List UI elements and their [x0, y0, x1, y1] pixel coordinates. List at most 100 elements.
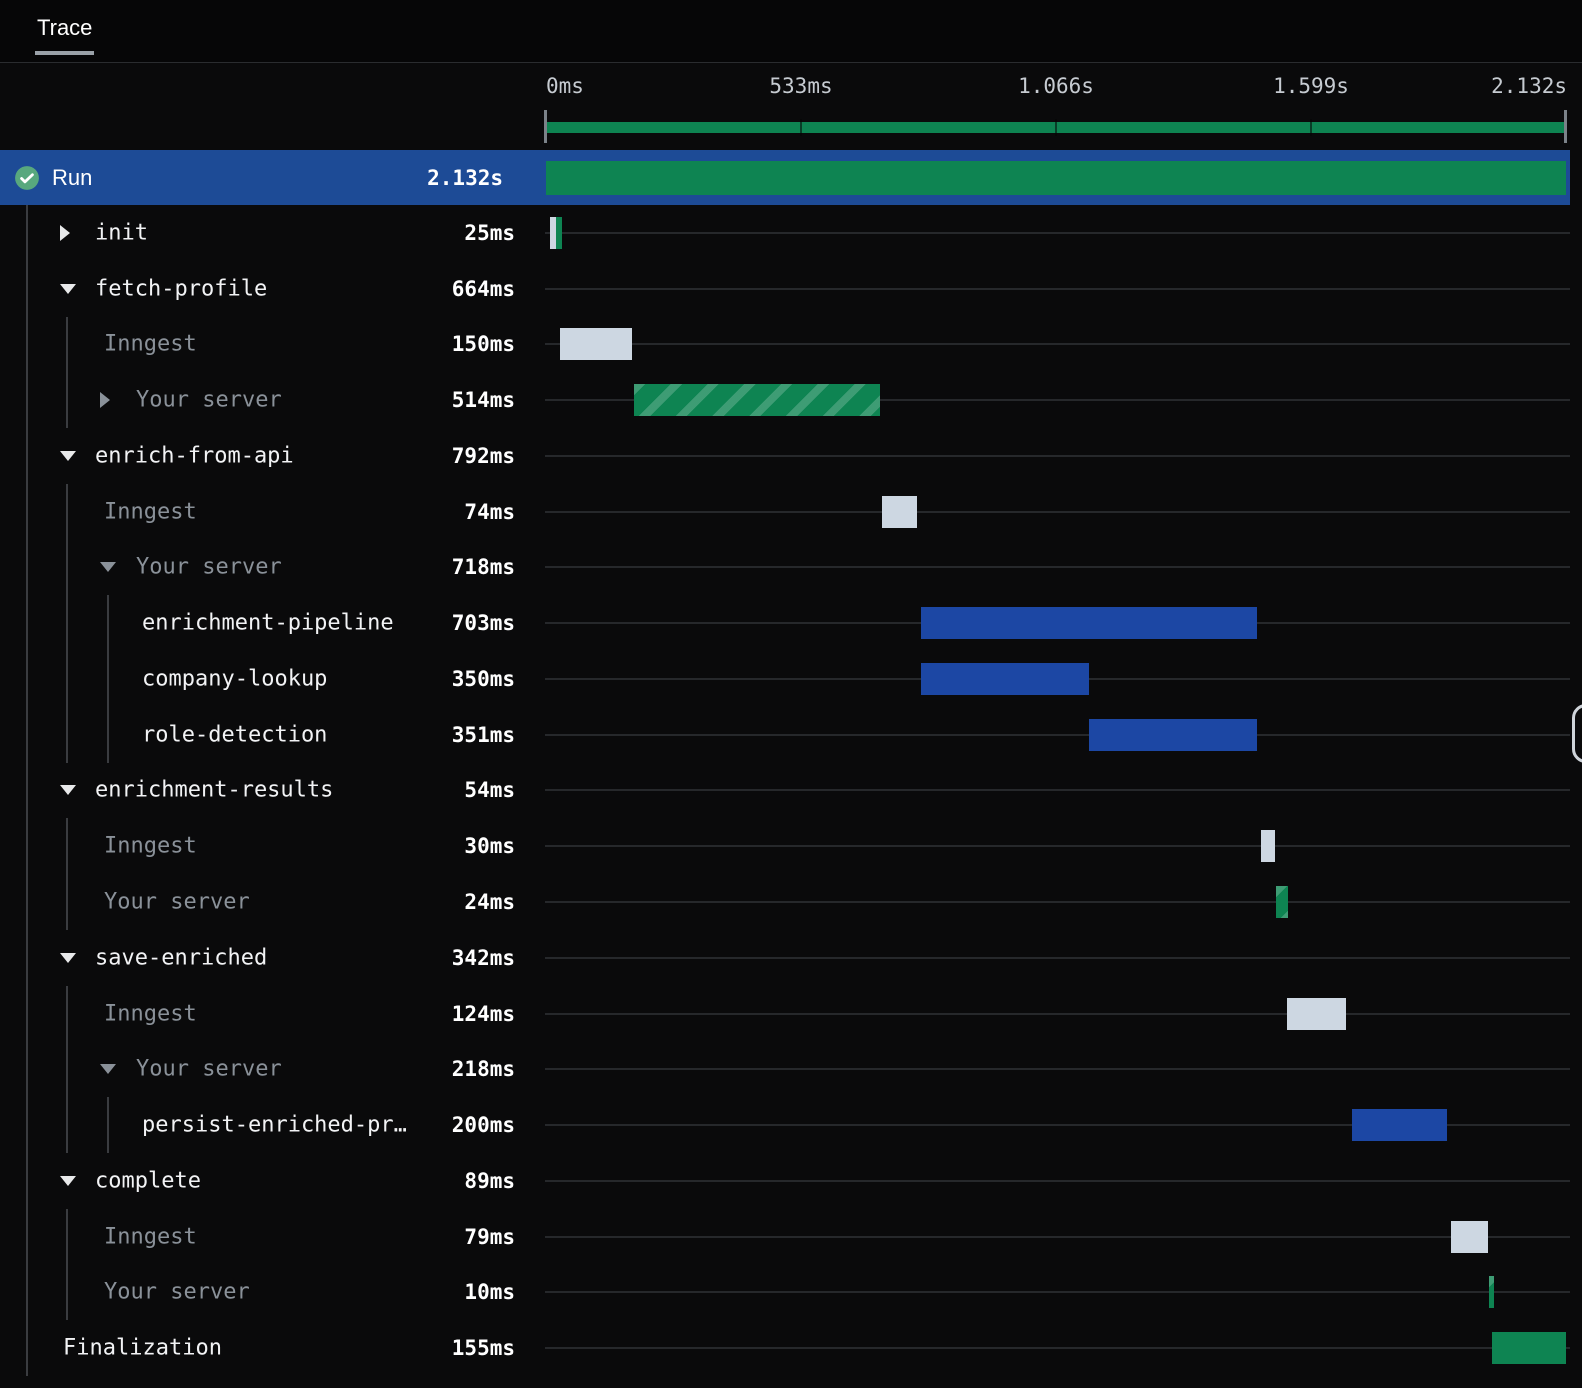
span-duration: 89ms [464, 1168, 515, 1193]
trace-row-finalization[interactable]: Finalization 155ms [0, 1320, 1582, 1376]
span-name: save-enriched [95, 945, 268, 971]
gridline [545, 1179, 1570, 1182]
span-name: enrichment-pipeline [142, 610, 394, 636]
span-bar-server[interactable] [1488, 1276, 1494, 1309]
trace-row-inngest[interactable]: Inngest 30ms [0, 818, 1582, 874]
span-duration: 79ms [464, 1224, 515, 1249]
ruler-tick-label: 1.066s [1018, 74, 1094, 98]
span-bar-exec[interactable] [921, 607, 1258, 640]
span-name: complete [95, 1168, 201, 1194]
span-duration: 30ms [464, 834, 515, 859]
span-bar-queue[interactable] [881, 495, 918, 528]
trace-row-your-server[interactable]: Your server 218ms [0, 1041, 1582, 1097]
expand-toggle-icon[interactable] [60, 224, 70, 241]
tree-guide-line [66, 483, 68, 763]
ruler-tick-mark [800, 119, 802, 136]
run-row[interactable]: Run 2.132s [0, 150, 1570, 205]
span-bar-exec[interactable] [1089, 718, 1257, 751]
trace-row-enrichment-pipeline[interactable]: enrichment-pipeline 703ms [0, 595, 1582, 651]
span-duration: 792ms [451, 443, 515, 468]
gridline [545, 287, 1570, 290]
collapse-toggle-icon[interactable] [100, 562, 116, 573]
span-duration: 664ms [451, 276, 515, 301]
trace-row-init[interactable]: init 25ms [0, 205, 1582, 261]
span-duration: 514ms [451, 388, 515, 413]
trace-row-save-enriched[interactable]: save-enriched 342ms [0, 930, 1582, 986]
collapse-toggle-icon[interactable] [60, 450, 76, 461]
collapse-toggle-icon[interactable] [60, 283, 76, 294]
span-name: enrich-from-api [95, 443, 294, 469]
collapse-toggle-icon[interactable] [60, 785, 76, 796]
span-duration: 74ms [464, 499, 515, 524]
trace-row-your-server[interactable]: Your server 514ms [0, 372, 1582, 428]
span-name: Your server [104, 889, 250, 915]
span-bar-queue[interactable] [1450, 1220, 1489, 1253]
span-bar-run[interactable] [1491, 1332, 1566, 1365]
trace-row-your-server[interactable]: Your server 24ms [0, 874, 1582, 930]
trace-row-complete[interactable]: complete 89ms [0, 1153, 1582, 1209]
span-name: Inngest [104, 499, 197, 525]
collapse-toggle-icon[interactable] [60, 952, 76, 963]
span-duration: 155ms [451, 1336, 515, 1361]
gridline [545, 510, 1570, 513]
trace-row-enrichment-results[interactable]: enrichment-results 54ms [0, 763, 1582, 819]
trace-row-fetch-profile[interactable]: fetch-profile 664ms [0, 261, 1582, 317]
span-duration: 24ms [464, 889, 515, 914]
gridline [545, 1012, 1570, 1015]
span-bar-server[interactable] [634, 384, 880, 417]
trace-row-your-server[interactable]: Your server 10ms [0, 1264, 1582, 1320]
span-bar-queue[interactable] [559, 328, 632, 361]
span-bar-queue[interactable] [1287, 997, 1347, 1030]
span-name: init [95, 220, 148, 246]
expand-toggle-icon[interactable] [100, 392, 110, 409]
trace-row-inngest[interactable]: Inngest 124ms [0, 986, 1582, 1042]
trace-row-company-lookup[interactable]: company-lookup 350ms [0, 651, 1582, 707]
tree-guide-line [107, 1097, 109, 1153]
span-name: Finalization [63, 1335, 222, 1361]
collapse-toggle-icon[interactable] [60, 1175, 76, 1186]
span-duration: 703ms [451, 611, 515, 636]
span-name: role-detection [142, 722, 328, 748]
trace-row-inngest[interactable]: Inngest 74ms [0, 484, 1582, 540]
span-bar-run[interactable] [555, 216, 562, 249]
run-label: Run [52, 164, 93, 190]
span-duration: 124ms [451, 1001, 515, 1026]
run-duration: 2.132s [427, 165, 503, 190]
gridline [545, 900, 1570, 903]
tree-guide-line [66, 818, 68, 930]
trace-row-inngest[interactable]: Inngest 79ms [0, 1209, 1582, 1265]
gridline [545, 733, 1570, 736]
collapse-toggle-icon[interactable] [100, 1064, 116, 1075]
span-duration: 342ms [451, 945, 515, 970]
span-name: Inngest [104, 1224, 197, 1250]
gridline [545, 231, 1570, 234]
gridline [545, 1347, 1570, 1350]
ruler-tick-label: 0ms [546, 74, 584, 98]
span-bar-exec[interactable] [921, 662, 1089, 695]
scrollbar-thumb[interactable] [1572, 704, 1582, 763]
trace-row-role-detection[interactable]: role-detection 351ms [0, 707, 1582, 763]
tree-guide-line [107, 595, 109, 763]
span-duration: 150ms [451, 332, 515, 357]
span-duration: 218ms [451, 1057, 515, 1082]
span-duration: 200ms [451, 1113, 515, 1138]
ruler-tick-label: 2.132s [1491, 74, 1567, 98]
ruler-tick-mark [1055, 119, 1057, 136]
trace-row-persist-enriched-pr-[interactable]: persist-enriched-pr… 200ms [0, 1097, 1582, 1153]
span-name: fetch-profile [95, 276, 268, 302]
run-success-check-icon [15, 165, 39, 190]
trace-row-enrich-from-api[interactable]: enrich-from-api 792ms [0, 428, 1582, 484]
trace-row-your-server[interactable]: Your server 718ms [0, 540, 1582, 596]
tree-guide-line [66, 1208, 68, 1321]
gridline [545, 1291, 1570, 1294]
span-bar-run[interactable] [546, 160, 1566, 195]
span-duration: 718ms [451, 555, 515, 580]
tab-trace[interactable]: Trace [35, 0, 95, 55]
gridline [545, 789, 1570, 792]
span-bar-exec[interactable] [1351, 1109, 1448, 1142]
span-bar-server[interactable] [1276, 885, 1288, 918]
trace-row-inngest[interactable]: Inngest 150ms [0, 317, 1582, 373]
tab-trace-label: Trace [37, 15, 93, 40]
span-name: Your server [136, 554, 282, 580]
span-bar-queue[interactable] [1260, 830, 1276, 863]
